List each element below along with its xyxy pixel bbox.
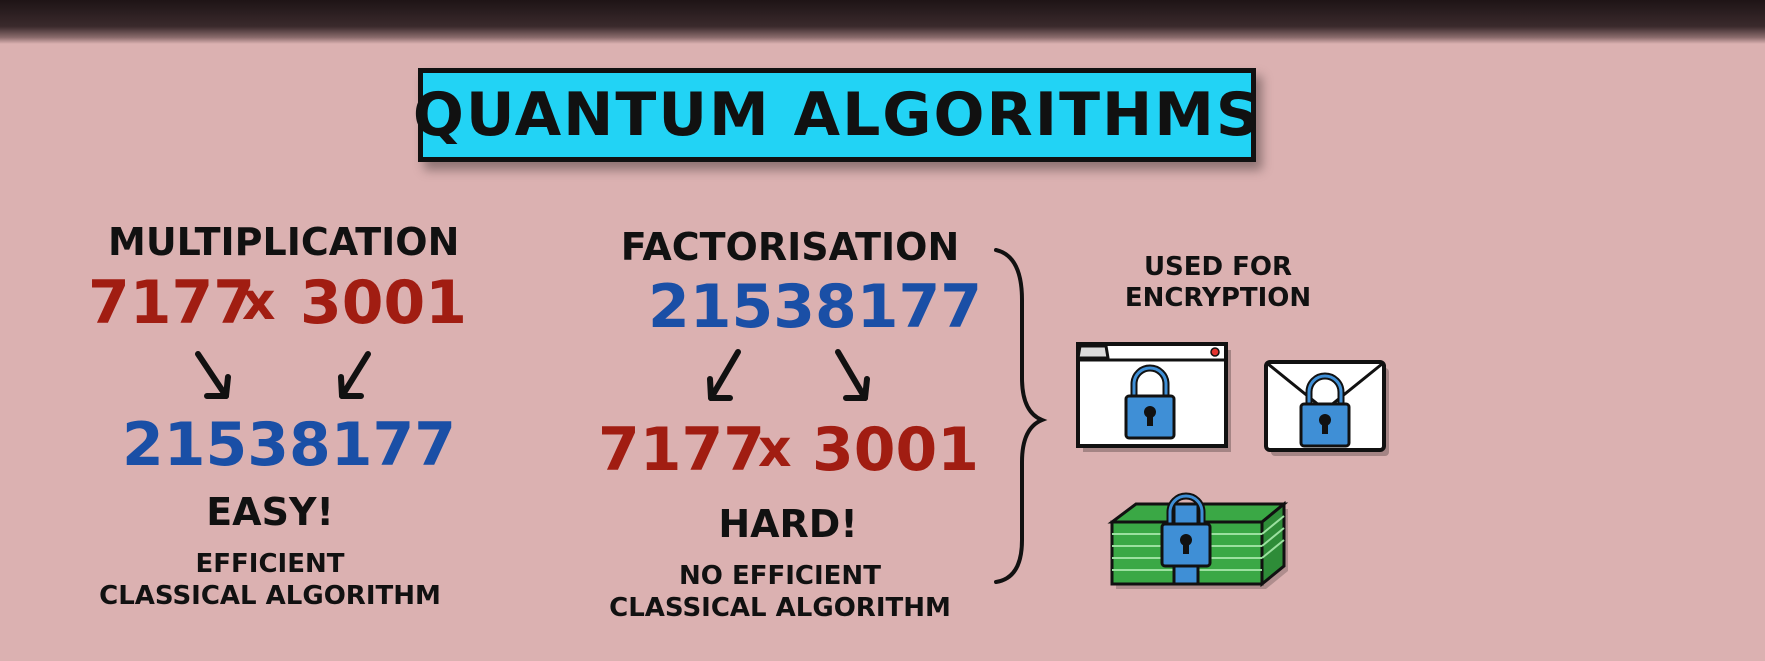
arrow-down-right-icon <box>835 349 870 401</box>
arrow-down-left-icon <box>338 351 371 399</box>
arrow-down-left-icon <box>707 349 741 401</box>
money-lock-icon <box>1107 496 1289 589</box>
curly-brace-icon <box>994 248 1048 584</box>
browser-lock-icon <box>1076 342 1231 452</box>
arrow-down-right-icon <box>195 351 231 399</box>
envelope-lock-icon <box>1264 360 1389 456</box>
illustration-layer <box>195 248 1389 589</box>
